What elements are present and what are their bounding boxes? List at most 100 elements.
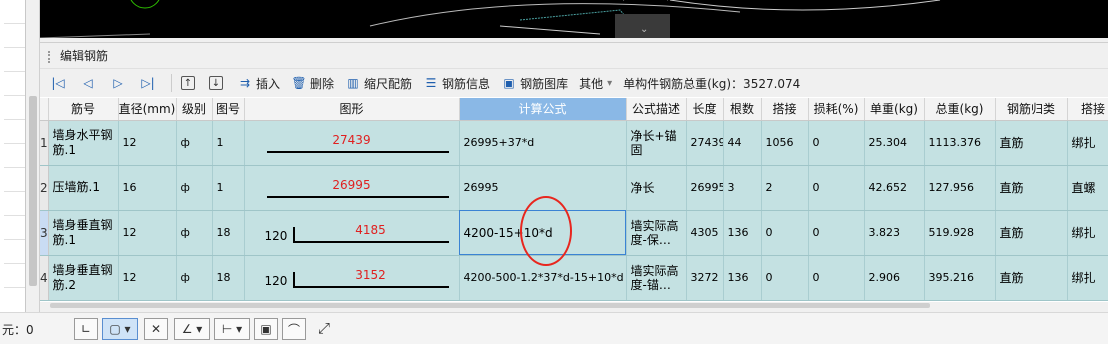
- unit-weight-cell[interactable]: 2.906: [864, 255, 925, 301]
- column-header[interactable]: 总重(kg): [924, 98, 996, 121]
- loss-cell[interactable]: 0: [808, 255, 865, 301]
- cross-toggle[interactable]: ✕: [144, 318, 168, 340]
- lap-type-cell[interactable]: 绑扎: [1067, 120, 1108, 166]
- ortho-toggle[interactable]: ∟: [74, 318, 98, 340]
- category-cell[interactable]: 直筋: [995, 120, 1068, 166]
- loss-cell[interactable]: 0: [808, 120, 865, 166]
- figure-no-cell[interactable]: 18: [212, 255, 245, 301]
- count-cell[interactable]: 44: [723, 120, 762, 166]
- insert-button[interactable]: ⇉ 插入: [233, 72, 284, 94]
- grade-cell[interactable]: ф: [176, 210, 213, 256]
- cad-viewport[interactable]: ⌄: [40, 0, 1108, 38]
- table-row[interactable]: 2 压墙筋.1 16 ф 1 26995 26995 净长 26995 3 2 …: [40, 165, 1108, 211]
- formula-desc-cell[interactable]: 净长+锚固: [626, 120, 687, 166]
- total-weight-cell[interactable]: 519.928: [924, 210, 996, 256]
- row-number[interactable]: 3: [40, 210, 49, 256]
- row-number[interactable]: 1: [40, 120, 49, 166]
- diameter-cell[interactable]: 12: [118, 255, 177, 301]
- column-header[interactable]: 图号: [212, 98, 245, 121]
- next-record-button[interactable]: ▷: [106, 72, 133, 94]
- bar-name-cell[interactable]: 压墙筋.1: [48, 165, 119, 211]
- length-cell[interactable]: 26995: [686, 165, 724, 211]
- formula-cell-editing[interactable]: 4200-15+10*d: [459, 210, 627, 256]
- snap-toggle[interactable]: ▢ ▾: [102, 318, 138, 340]
- bar-name-cell[interactable]: 墙身垂直钢筋.1: [48, 210, 119, 256]
- total-weight-cell[interactable]: 127.956: [924, 165, 996, 211]
- formula-cell[interactable]: 26995+37*d: [459, 120, 627, 166]
- shape-cell[interactable]: 27439: [244, 120, 460, 166]
- shape-cell[interactable]: 120 3152: [244, 255, 460, 301]
- grade-cell[interactable]: ф: [176, 120, 213, 166]
- category-cell[interactable]: 直筋: [995, 255, 1068, 301]
- length-cell[interactable]: 3272: [686, 255, 724, 301]
- lap-cell[interactable]: 1056: [761, 120, 809, 166]
- lap-type-cell[interactable]: 绑扎: [1067, 210, 1108, 256]
- formula-desc-cell[interactable]: 净长: [626, 165, 687, 211]
- grip-icon[interactable]: [48, 50, 52, 63]
- column-header[interactable]: 图形: [244, 98, 460, 121]
- lap-cell[interactable]: 0: [761, 255, 809, 301]
- total-weight-cell[interactable]: 1113.376: [924, 120, 996, 166]
- table-row[interactable]: 4 墙身垂直钢筋.2 12 ф 18 120 3152 4200-500-1.2*…: [40, 255, 1108, 301]
- first-record-button[interactable]: |◁: [46, 72, 73, 94]
- column-header[interactable]: 级别: [176, 98, 213, 121]
- count-cell[interactable]: 3: [723, 165, 762, 211]
- unit-weight-cell[interactable]: 3.823: [864, 210, 925, 256]
- expand-icon[interactable]: ⤢: [318, 319, 330, 337]
- move-down-button[interactable]: ↓: [205, 72, 230, 94]
- unit-weight-cell[interactable]: 42.652: [864, 165, 925, 211]
- column-header[interactable]: 单重(kg): [864, 98, 925, 121]
- left-scrollbar[interactable]: [26, 0, 40, 312]
- diameter-cell[interactable]: 12: [118, 120, 177, 166]
- prev-record-button[interactable]: ◁: [76, 72, 103, 94]
- grade-cell[interactable]: ф: [176, 255, 213, 301]
- bar-name-cell[interactable]: 墙身垂直钢筋.2: [48, 255, 119, 301]
- lap-cell[interactable]: 0: [761, 210, 809, 256]
- shape-cell[interactable]: 26995: [244, 165, 460, 211]
- count-cell[interactable]: 136: [723, 255, 762, 301]
- angle-toggle[interactable]: ∠ ▾: [174, 318, 210, 340]
- column-header[interactable]: 搭接: [761, 98, 809, 121]
- category-cell[interactable]: 直筋: [995, 165, 1068, 211]
- loss-cell[interactable]: 0: [808, 165, 865, 211]
- display-toggle[interactable]: ▣: [254, 318, 278, 340]
- column-header[interactable]: 长度: [686, 98, 724, 121]
- length-cell[interactable]: 4305: [686, 210, 724, 256]
- category-cell[interactable]: 直筋: [995, 210, 1068, 256]
- lap-cell[interactable]: 2: [761, 165, 809, 211]
- shape-cell[interactable]: 120 4185: [244, 210, 460, 256]
- lap-type-cell[interactable]: 绑扎: [1067, 255, 1108, 301]
- column-header[interactable]: 筋号: [48, 98, 119, 121]
- column-header-active[interactable]: 计算公式: [459, 98, 627, 121]
- column-header[interactable]: 公式描述: [626, 98, 687, 121]
- figure-no-cell[interactable]: 1: [212, 120, 245, 166]
- grid-scrollbar-thumb[interactable]: [50, 303, 930, 308]
- row-number[interactable]: 2: [40, 165, 49, 211]
- table-row[interactable]: 1 墙身水平钢筋.1 12 ф 1 27439 26995+37*d 净长+锚固…: [40, 120, 1108, 166]
- row-number[interactable]: 4: [40, 255, 49, 301]
- diameter-cell[interactable]: 12: [118, 210, 177, 256]
- count-cell[interactable]: 136: [723, 210, 762, 256]
- column-header[interactable]: 钢筋归类: [995, 98, 1068, 121]
- left-scrollbar-thumb[interactable]: [29, 96, 37, 286]
- loss-cell[interactable]: 0: [808, 210, 865, 256]
- grid-horizontal-scrollbar[interactable]: [40, 302, 1108, 310]
- figure-no-cell[interactable]: 18: [212, 210, 245, 256]
- total-weight-cell[interactable]: 395.216: [924, 255, 996, 301]
- diameter-cell[interactable]: 16: [118, 165, 177, 211]
- table-row-selected[interactable]: 3 墙身垂直钢筋.1 12 ф 18 120 4185 4200-15+10*d …: [40, 210, 1108, 256]
- rebar-library-button[interactable]: ▣ 钢筋图库: [497, 72, 572, 94]
- lap-type-cell[interactable]: 直螺: [1067, 165, 1108, 211]
- figure-no-cell[interactable]: 1: [212, 165, 245, 211]
- length-cell[interactable]: 27439: [686, 120, 724, 166]
- formula-desc-cell[interactable]: 墙实际高度-锚…: [626, 255, 687, 301]
- bar-name-cell[interactable]: 墙身水平钢筋.1: [48, 120, 119, 166]
- scale-rebar-button[interactable]: ▥ 缩尺配筋: [341, 72, 416, 94]
- grade-cell[interactable]: ф: [176, 165, 213, 211]
- rebar-info-button[interactable]: ☰ 钢筋信息: [419, 72, 494, 94]
- more-menu-button[interactable]: 其他 ▾: [575, 72, 616, 94]
- delete-button[interactable]: 🗑 删除: [287, 72, 338, 94]
- formula-desc-cell[interactable]: 墙实际高度-保…: [626, 210, 687, 256]
- formula-cell[interactable]: 26995: [459, 165, 627, 211]
- column-header[interactable]: 直径(mm): [118, 98, 177, 121]
